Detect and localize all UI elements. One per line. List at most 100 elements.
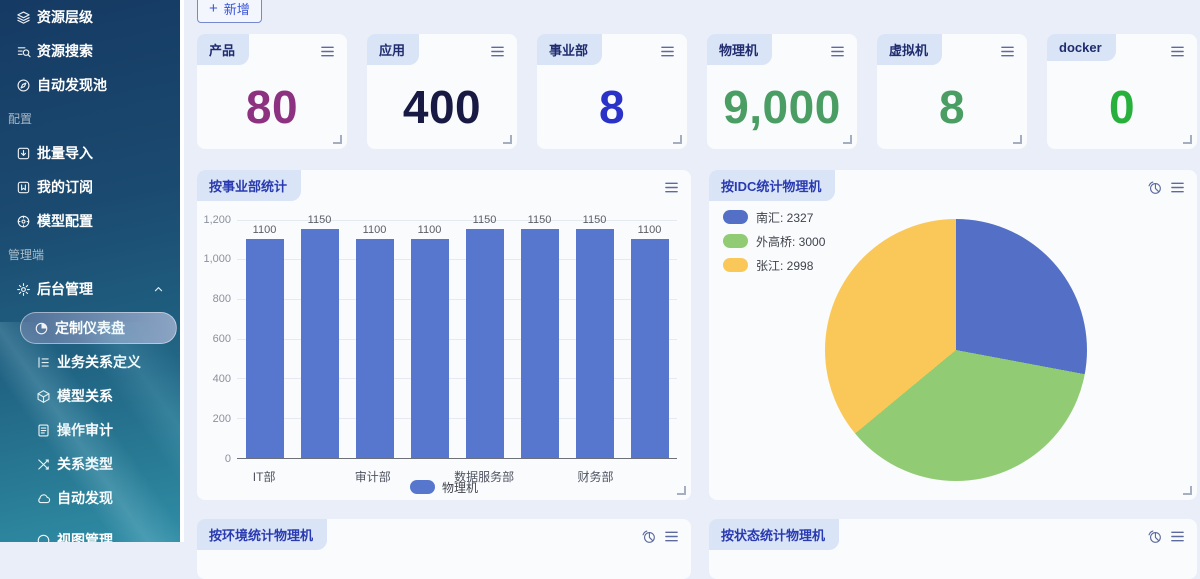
y-tick-label: 1,200 — [203, 214, 231, 226]
pie-chart-icon[interactable] — [1147, 529, 1162, 544]
sidebar-item-label: 模型关系 — [57, 386, 113, 406]
legend-item[interactable]: 外高桥: 3000 — [723, 233, 825, 250]
resize-handle[interactable] — [1013, 135, 1022, 144]
sidebar-item-layers[interactable]: 资源层级 — [0, 0, 180, 34]
menu-icon[interactable] — [664, 529, 679, 544]
stat-card-label: 物理机 — [707, 34, 772, 65]
pie-chart-icon[interactable] — [1147, 180, 1162, 195]
resize-handle[interactable] — [333, 135, 342, 144]
bar-value-label: 1100 — [363, 224, 387, 236]
sidebar-item-model-config[interactable]: 模型配置 — [0, 204, 180, 238]
stat-card-value: 9,000 — [707, 84, 857, 130]
add-button[interactable]: + 新增 — [197, 0, 262, 23]
resize-handle[interactable] — [503, 135, 512, 144]
sidebar-item-label: 操作审计 — [57, 420, 113, 440]
card-actions — [830, 44, 845, 59]
sidebar-item-search[interactable]: 资源搜索 — [0, 34, 180, 68]
menu-icon[interactable] — [490, 44, 505, 59]
menu-icon[interactable] — [1170, 529, 1185, 544]
stat-card-产品: 产品80 — [197, 34, 347, 149]
pie-chart-icon[interactable] — [641, 529, 656, 544]
menu-icon[interactable] — [664, 180, 679, 195]
card-actions — [660, 44, 675, 59]
sidebar-item-cube[interactable]: 模型关系 — [0, 379, 180, 413]
bottom-cards-row: 按环境统计物理机 按状态统计物理机 — [197, 519, 1197, 579]
sidebar-item-label: 视图管理 — [57, 530, 113, 542]
resize-handle[interactable] — [1183, 486, 1192, 495]
dashboard-pie-icon — [34, 321, 49, 336]
card-title: 按环境统计物理机 — [197, 519, 327, 550]
stat-card-docker: docker 0 — [1047, 34, 1197, 149]
bar-chart-legend[interactable]: 物理机 — [197, 479, 691, 496]
resize-handle[interactable] — [1183, 135, 1192, 144]
sidebar-item-dashboard-pie[interactable]: 定制仪表盘 — [20, 312, 177, 344]
bar-value-label: 1150 — [583, 214, 607, 226]
stat-card-label: 应用 — [367, 34, 419, 65]
layers-icon — [16, 10, 31, 25]
sidebar-subgroup: 定制仪表盘业务关系定义模型关系操作审计关系类型自动发现视图管理 — [0, 312, 180, 542]
bar-value-label: 1150 — [473, 214, 497, 226]
legend-marker — [410, 480, 435, 494]
stat-cards-row: 产品80应用400事业部8物理机9,000虚拟机8docker0 — [197, 34, 1197, 149]
bar[interactable] — [631, 239, 669, 457]
resize-handle[interactable] — [843, 135, 852, 144]
stat-card-label: docker — [1047, 34, 1116, 61]
bar[interactable] — [576, 229, 614, 457]
sidebar-item-discovery-pool[interactable]: 自动发现池 — [0, 68, 180, 102]
sidebar-item-audit-doc[interactable]: 操作审计 — [0, 413, 180, 447]
swap-icon — [36, 457, 51, 472]
bar-value-label: 1150 — [528, 214, 552, 226]
sidebar-item-manage[interactable]: 视图管理 — [0, 523, 180, 542]
legend-item[interactable]: 南汇: 2327 — [723, 209, 825, 226]
y-axis: 1,2001,0008006004002000 — [197, 220, 231, 459]
resize-handle[interactable] — [677, 486, 686, 495]
sidebar-item-relation-list[interactable]: 业务关系定义 — [0, 345, 180, 379]
bar[interactable] — [466, 229, 504, 457]
menu-icon[interactable] — [320, 44, 335, 59]
y-tick-label: 400 — [213, 373, 231, 385]
bar-slot: 1100 — [237, 220, 292, 458]
legend-item[interactable]: 张江: 2998 — [723, 257, 825, 274]
bar-value-label: 1100 — [418, 224, 442, 236]
model-config-icon — [16, 214, 31, 229]
sidebar-item-label: 自动发现池 — [37, 75, 107, 95]
card-actions — [490, 44, 505, 59]
sidebar-item-swap[interactable]: 关系类型 — [0, 447, 180, 481]
bar[interactable] — [356, 239, 394, 457]
sidebar-item-gear[interactable]: 后台管理 — [0, 272, 180, 306]
sidebar-item-subscription[interactable]: 我的订阅 — [0, 170, 180, 204]
bar[interactable] — [411, 239, 449, 457]
bar-value-label: 1100 — [253, 224, 277, 236]
stat-card-label: 事业部 — [537, 34, 602, 65]
sidebar-item-label: 自动发现 — [57, 488, 113, 508]
sidebar-item-import[interactable]: 批量导入 — [0, 136, 180, 170]
menu-icon[interactable] — [1170, 180, 1185, 195]
legend-marker — [723, 234, 748, 248]
menu-icon[interactable] — [1170, 44, 1185, 59]
bar-value-label: 1150 — [308, 214, 332, 226]
legend-label: 物理机 — [442, 479, 478, 496]
menu-icon[interactable] — [1000, 44, 1015, 59]
sidebar: 资源层级资源搜索自动发现池配置批量导入我的订阅模型配置管理端后台管理定制仪表盘业… — [0, 0, 180, 542]
pie-chart[interactable] — [825, 219, 1087, 481]
sidebar-section-header: 配置 — [0, 102, 180, 136]
stat-card-value: 80 — [197, 84, 347, 130]
card-title: 按状态统计物理机 — [709, 519, 839, 550]
subscription-icon — [16, 180, 31, 195]
bar-series: 11001150110011001150115011501100 — [237, 220, 677, 458]
bar[interactable] — [246, 239, 284, 457]
stat-card-value: 0 — [1047, 84, 1197, 130]
sidebar-item-label: 资源层级 — [37, 7, 93, 27]
y-tick-label: 0 — [225, 453, 231, 465]
sidebar-item-cloud[interactable]: 自动发现 — [0, 481, 180, 515]
stat-card-label: 虚拟机 — [877, 34, 942, 65]
bar-slot: 1100 — [347, 220, 402, 458]
sidebar-item-label: 后台管理 — [37, 279, 93, 299]
bar[interactable] — [521, 229, 559, 457]
card-actions — [641, 529, 679, 544]
resize-handle[interactable] — [673, 135, 682, 144]
menu-icon[interactable] — [660, 44, 675, 59]
bar[interactable] — [301, 229, 339, 457]
main-content: + 新增 产品80应用400事业部8物理机9,000虚拟机8docker0 按事… — [180, 0, 1200, 542]
menu-icon[interactable] — [830, 44, 845, 59]
